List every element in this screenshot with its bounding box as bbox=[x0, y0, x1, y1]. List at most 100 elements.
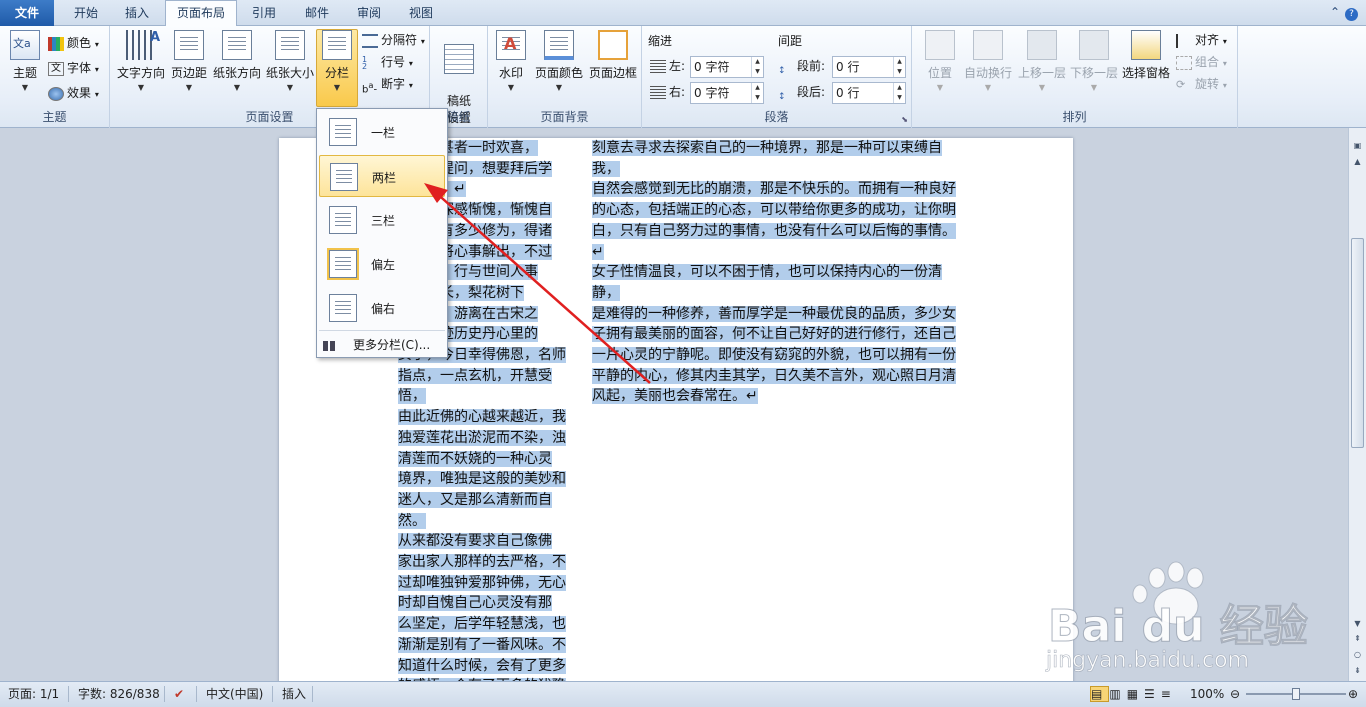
text-line[interactable]: 刻意去寻求去探索自己的一种境界，那是一种可以束缚自我， bbox=[592, 138, 964, 179]
breaks-button[interactable]: 分隔符 ▾ bbox=[362, 29, 425, 51]
tab-mailings[interactable]: 邮件 bbox=[292, 0, 342, 26]
spinner-arrows-icon[interactable]: ▲ ▼ bbox=[751, 57, 763, 77]
zoom-slider-thumb[interactable] bbox=[1292, 688, 1300, 700]
text-line[interactable]: 一片心灵的宁静呢。即使没有窈窕的外貌，也可以拥有一份 bbox=[592, 345, 964, 366]
tab-file[interactable]: 文件 bbox=[0, 0, 54, 26]
print-layout-icon[interactable]: ▤ bbox=[1090, 686, 1110, 702]
text-line[interactable]: 子拥有最美丽的面容，何不让自己好好的进行修行，还自己 bbox=[592, 324, 964, 345]
text-line[interactable]: 家出家人那样的去严格，不 bbox=[398, 552, 568, 573]
page-borders-button[interactable]: 页面边框 bbox=[586, 30, 640, 81]
text-line[interactable]: 指点，一点玄机，开慧受悟， bbox=[398, 366, 568, 407]
more-columns-option[interactable]: 更多分栏(C)... bbox=[323, 336, 430, 353]
theme-colors-button[interactable]: 颜色 ▾ bbox=[48, 32, 99, 54]
text-line[interactable]: 自然会感觉到无比的崩溃，那是不快乐的。而拥有一种良好 bbox=[592, 179, 964, 200]
themes-button[interactable]: 文a 主题 ▼ bbox=[6, 30, 44, 92]
text-line[interactable]: 迷人，又是那么清新而自然。 bbox=[398, 490, 568, 531]
columns-option-three[interactable]: 三栏 bbox=[319, 199, 445, 241]
tab-view[interactable]: 视图 bbox=[396, 0, 446, 26]
columns-option-left[interactable]: 偏左 bbox=[319, 243, 445, 285]
tab-insert[interactable]: 插入 bbox=[114, 0, 160, 26]
theme-effects-button[interactable]: 效果 ▾ bbox=[48, 82, 99, 104]
text-line[interactable]: 境界，唯独是这般的美妙和 bbox=[398, 469, 568, 490]
text-line[interactable]: 过却唯独钟爱那钟佛，无心 bbox=[398, 573, 568, 594]
rotate-button[interactable]: ⟳ 旋转 ▾ bbox=[1176, 73, 1227, 95]
zoom-in-icon[interactable]: ⊕ bbox=[1348, 682, 1358, 706]
text-line[interactable]: 平静的内心，修其内圭其学，日久美不言外，观心照日月清 bbox=[592, 366, 964, 387]
align-button[interactable]: 对齐 ▾ bbox=[1176, 29, 1227, 51]
watermark-button[interactable]: A 水印 ▼ bbox=[492, 30, 530, 92]
scroll-thumb[interactable] bbox=[1351, 238, 1364, 448]
size-button[interactable]: 纸张大小 ▼ bbox=[264, 30, 316, 92]
proofing-icon[interactable]: ✔ bbox=[174, 682, 184, 706]
outline-icon[interactable]: ☰ bbox=[1144, 687, 1161, 701]
text-line[interactable]: 是难得的一种修养，善而厚学是一种最优良的品质，多少女 bbox=[592, 304, 964, 325]
ruler-toggle-icon[interactable]: ▣ bbox=[1351, 140, 1364, 152]
spacing-after-input[interactable]: 0 行 ▲ ▼ bbox=[832, 82, 906, 104]
text-direction-button[interactable]: A 文字方向 ▼ bbox=[114, 30, 168, 92]
right-column-text[interactable]: 刻意去寻求去探索自己的一种境界，那是一种可以束缚自我， 自然会感觉到无比的崩溃，那… bbox=[592, 138, 964, 407]
tab-references[interactable]: 引用 bbox=[240, 0, 288, 26]
hyphenation-icon: ba- bbox=[362, 79, 378, 95]
word-count[interactable]: 字数: 826/838 bbox=[78, 682, 160, 706]
columns-option-one[interactable]: 一栏 bbox=[319, 111, 445, 153]
indent-left-input[interactable]: 0 字符 ▲ ▼ bbox=[690, 56, 764, 78]
columns-option-right[interactable]: 偏右 bbox=[319, 287, 445, 329]
insert-mode[interactable]: 插入 bbox=[282, 682, 306, 706]
text-line[interactable]: 渐渐是别有了一番风味。不 bbox=[398, 635, 568, 656]
text-line[interactable]: 风起，美丽也会春常在。↵ bbox=[592, 386, 964, 407]
scroll-up-icon[interactable]: ▲ bbox=[1351, 156, 1364, 168]
send-backward-button[interactable]: 下移一层 ▼ bbox=[1068, 30, 1120, 92]
draft-view-icon[interactable]: ≡ bbox=[1161, 687, 1177, 701]
spinner-arrows-icon[interactable]: ▲ ▼ bbox=[893, 83, 905, 103]
zoom-out-icon[interactable]: ⊖ bbox=[1230, 682, 1240, 706]
text-line[interactable]: 女子性情温良，可以不困于情，也可以保持内心的一份清静， bbox=[592, 262, 964, 303]
columns-option-two[interactable]: 两栏 bbox=[319, 155, 445, 197]
browse-object-icon[interactable]: ○ bbox=[1351, 649, 1364, 661]
two-columns-icon bbox=[330, 163, 358, 191]
scroll-down-icon[interactable]: ▼ bbox=[1351, 618, 1364, 630]
text-line[interactable]: 的心态，包括端正的心态，可以带给你更多的成功，让你明 bbox=[592, 200, 964, 221]
text-line[interactable]: 独爱莲花出淤泥而不染，浊 bbox=[398, 428, 568, 449]
web-layout-icon[interactable]: ▦ bbox=[1127, 687, 1144, 701]
theme-fonts-button[interactable]: 文字体 ▾ bbox=[48, 57, 99, 79]
paragraph-launcher-icon[interactable]: ⬊ bbox=[901, 115, 908, 124]
full-screen-reading-icon[interactable]: ▥ bbox=[1109, 687, 1126, 701]
bring-forward-button[interactable]: 上移一层 ▼ bbox=[1016, 30, 1068, 92]
text-line[interactable]: 时却自愧自己心灵没有那 bbox=[398, 593, 568, 614]
indent-label: 缩进 bbox=[648, 34, 673, 48]
tab-review[interactable]: 审阅 bbox=[344, 0, 394, 26]
text-line[interactable]: 么坚定，后学年轻慧浅，也 bbox=[398, 614, 568, 635]
page-color-button[interactable]: 页面颜色 ▼ bbox=[532, 30, 586, 92]
selection-pane-button[interactable]: 选择窗格 bbox=[1120, 30, 1172, 81]
help-icon[interactable]: ? bbox=[1345, 8, 1358, 21]
columns-button[interactable]: 分栏 ▼ bbox=[316, 30, 358, 92]
group-objects-button[interactable]: 组合 ▾ bbox=[1176, 51, 1227, 73]
page-count[interactable]: 页面: 1/1 bbox=[8, 682, 59, 706]
document-area[interactable]: 或是有甚者一时欢喜，也不忘提问，想要拜后学为其体。↵时，不深感惭愧，惭愧自己又何… bbox=[0, 128, 1348, 681]
tab-page-layout[interactable]: 页面布局 bbox=[165, 0, 237, 27]
text-line[interactable]: 知道什么时候，会有了更多 bbox=[398, 656, 568, 677]
spacing-before-input[interactable]: 0 行 ▲ ▼ bbox=[832, 56, 906, 78]
zoom-level[interactable]: 100% bbox=[1190, 682, 1224, 706]
margins-button[interactable]: 页边距 ▼ bbox=[168, 30, 210, 92]
previous-page-icon[interactable]: ⇞ bbox=[1351, 633, 1364, 645]
text-line[interactable]: 由此近佛的心越来越近，我 bbox=[398, 407, 568, 428]
spinner-arrows-icon[interactable]: ▲ ▼ bbox=[751, 83, 763, 103]
text-line[interactable]: 白，只有自己努力过的事情，也没有什么可以后悔的事情。↵ bbox=[592, 221, 964, 262]
tab-home[interactable]: 开始 bbox=[58, 0, 114, 26]
minimize-ribbon-icon[interactable]: ⌃ bbox=[1330, 5, 1345, 19]
text-line[interactable]: 清莲而不妖娆的一种心灵 bbox=[398, 449, 568, 470]
line-numbers-button[interactable]: 1 2 行号 ▾ bbox=[362, 51, 413, 73]
orientation-button[interactable]: 纸张方向 ▼ bbox=[211, 30, 263, 92]
selected-text: 迷人，又是那么清新而自然。 bbox=[398, 491, 552, 529]
wrap-text-button[interactable]: 自动换行 ▼ bbox=[962, 30, 1014, 92]
hyphenation-button[interactable]: ba- 断字 ▾ bbox=[362, 73, 413, 95]
indent-right-input[interactable]: 0 字符 ▲ ▼ bbox=[690, 82, 764, 104]
vertical-scrollbar[interactable]: ▣ ▲ ▼ ⇞ ○ ⇟ bbox=[1348, 128, 1366, 681]
language[interactable]: 中文(中国) bbox=[206, 682, 263, 706]
position-button[interactable]: 位置 ▼ bbox=[920, 30, 960, 92]
text-line[interactable]: 从来都没有要求自己像佛 bbox=[398, 531, 568, 552]
spinner-arrows-icon[interactable]: ▲ ▼ bbox=[893, 57, 905, 77]
next-page-icon[interactable]: ⇟ bbox=[1351, 665, 1364, 677]
spacing-after-label: ↕ 段后: bbox=[778, 85, 826, 102]
